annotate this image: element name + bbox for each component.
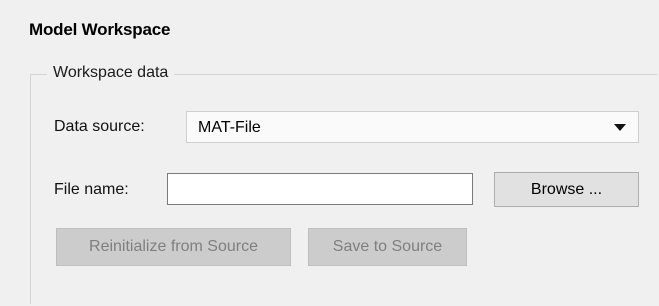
data-source-selected-value: MAT-File: [198, 119, 261, 136]
data-source-dropdown[interactable]: MAT-File: [186, 111, 639, 143]
data-source-label: Data source:: [54, 118, 145, 135]
browse-button[interactable]: Browse ...: [494, 172, 639, 207]
workspace-data-legend: Workspace data: [47, 64, 175, 82]
model-workspace-panel: Model Workspace Workspace data Data sour…: [0, 0, 659, 306]
save-to-source-button[interactable]: Save to Source: [308, 228, 467, 266]
file-name-input[interactable]: [167, 173, 473, 205]
chevron-down-icon[interactable]: [614, 124, 626, 131]
reinitialize-from-source-button[interactable]: Reinitialize from Source: [56, 228, 291, 266]
file-name-label: File name:: [54, 181, 129, 198]
section-title: Model Workspace: [29, 20, 171, 39]
